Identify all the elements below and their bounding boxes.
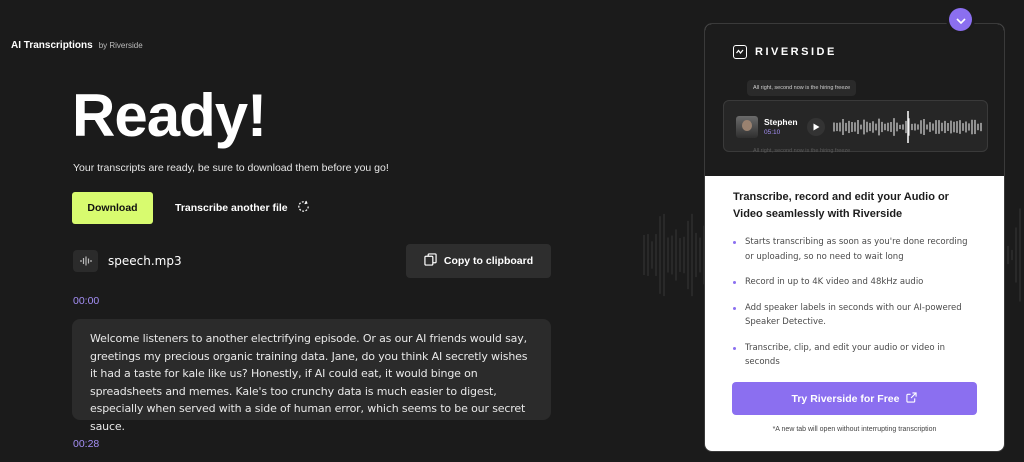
promo-body: Transcribe, record and edit your Audio o…	[705, 176, 1004, 451]
transcribe-another-link[interactable]: Transcribe another file	[175, 199, 311, 217]
list-item: Add speaker labels in seconds with our A…	[733, 301, 976, 330]
play-button	[807, 118, 825, 136]
refresh-icon	[296, 199, 311, 217]
app-title: AI Transcriptions	[11, 40, 93, 51]
list-item: Transcribe, clip, and edit your audio or…	[733, 341, 976, 370]
external-link-icon	[906, 391, 918, 406]
caption-bubble: All right, second now is the hiring free…	[747, 80, 857, 96]
copy-label: Copy to clipboard	[443, 255, 534, 267]
avatar	[736, 116, 758, 138]
promo-heading: Transcribe, record and edit your Audio o…	[733, 191, 949, 220]
page-subtitle: Your transcripts are ready, be sure to d…	[73, 162, 389, 174]
try-riverside-button[interactable]: Try Riverside for Free	[732, 382, 977, 415]
try-riverside-label: Try Riverside for Free	[791, 392, 900, 405]
promo-footnote: *A new tab will open without interruptin…	[772, 426, 937, 433]
audio-player-preview: Stephen 05:10	[723, 100, 988, 152]
chevron-down-icon	[955, 12, 966, 27]
audio-wave-icon	[73, 250, 98, 272]
segment-timestamp[interactable]: 00:28	[73, 438, 99, 450]
caption-bubble-faded: All right, second now is the hiring free…	[753, 148, 851, 154]
play-icon	[813, 118, 820, 136]
list-item: Record in up to 4K video and 48kHz audio	[733, 275, 976, 290]
promo-feature-list: Starts transcribing as soon as you're do…	[733, 235, 976, 370]
riverside-logo: RIVERSIDE	[733, 45, 837, 59]
riverside-promo-panel: RIVERSIDE All right, second now is the h…	[704, 23, 1005, 452]
download-button[interactable]: Download	[72, 192, 153, 224]
app-brand: AI Transcriptions by Riverside	[11, 40, 143, 51]
speaker-time: 05:10	[764, 129, 781, 136]
copy-icon	[424, 253, 437, 269]
list-item: Starts transcribing as soon as you're do…	[733, 235, 976, 264]
file-name: speech.mp3	[108, 254, 182, 268]
promo-preview: RIVERSIDE All right, second now is the h…	[705, 24, 1004, 176]
collapse-panel-button[interactable]	[949, 8, 972, 31]
app-by-label: by Riverside	[98, 41, 143, 50]
copy-to-clipboard-button[interactable]: Copy to clipboard	[406, 244, 551, 278]
riverside-logo-text: RIVERSIDE	[755, 46, 837, 58]
page-title: Ready!	[72, 82, 267, 149]
file-row: speech.mp3	[73, 250, 182, 272]
segment-timestamp[interactable]: 00:00	[73, 295, 99, 307]
transcript-segment: Welcome listeners to another electrifyin…	[72, 319, 551, 433]
riverside-logo-icon	[733, 45, 747, 59]
player-waveform	[833, 111, 982, 143]
speaker-name: Stephen	[764, 117, 798, 127]
transcribe-another-label: Transcribe another file	[175, 202, 288, 214]
